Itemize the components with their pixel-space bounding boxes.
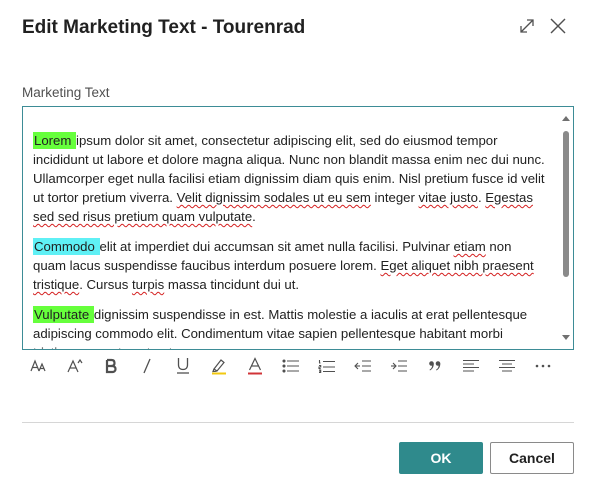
spellcheck-flagged-text: turpis xyxy=(131,277,165,292)
edit-marketing-text-dialog: Edit Marketing Text - Tourenrad Marketin… xyxy=(0,0,593,498)
marketing-text-editor[interactable]: Lorem ipsum dolor sit amet, consectetur … xyxy=(22,106,574,350)
expand-icon xyxy=(518,17,536,40)
font-size-icon xyxy=(30,358,48,374)
align-center-icon xyxy=(498,359,516,373)
align-left-button[interactable] xyxy=(459,354,483,378)
italic-button[interactable] xyxy=(135,354,159,378)
footer-divider xyxy=(22,422,574,423)
increase-indent-button[interactable] xyxy=(387,354,411,378)
bullet-list-icon xyxy=(282,359,300,373)
align-center-button[interactable] xyxy=(495,354,519,378)
bold-icon xyxy=(104,358,118,374)
highlighted-text: Commodo xyxy=(33,238,100,255)
text-run: . Cursus xyxy=(79,277,132,292)
text-run: massa tincidunt dui ut. xyxy=(164,277,300,292)
scroll-thumb[interactable] xyxy=(563,131,569,277)
editor-paragraph[interactable]: Lorem ipsum dolor sit amet, consectetur … xyxy=(33,131,545,226)
font-size-button[interactable] xyxy=(27,354,51,378)
align-left-icon xyxy=(462,359,480,373)
ok-button[interactable]: OK xyxy=(399,442,483,474)
highlight-color-icon xyxy=(210,357,228,375)
editor-scrollbar[interactable] xyxy=(559,107,573,349)
editor-paragraph[interactable]: Vulputate dignissim suspendisse in est. … xyxy=(33,305,545,349)
dialog-title: Edit Marketing Text - Tourenrad xyxy=(22,17,306,38)
close-icon xyxy=(549,17,567,40)
close-button[interactable] xyxy=(544,14,572,42)
marketing-text-label: Marketing Text xyxy=(22,85,110,100)
expand-button[interactable] xyxy=(513,14,541,42)
highlight-color-swatch xyxy=(212,372,226,375)
font-style-icon xyxy=(66,358,84,374)
text-run: elit at imperdiet dui accumsan sit amet … xyxy=(99,239,454,254)
underline-icon xyxy=(175,357,191,375)
text-run: . xyxy=(252,209,256,224)
spellcheck-flagged-text: vitae justo xyxy=(418,190,478,205)
editor-content[interactable]: Lorem ipsum dolor sit amet, consectetur … xyxy=(33,131,545,349)
numbered-list-icon xyxy=(318,359,336,373)
decrease-indent-icon xyxy=(354,359,372,373)
scroll-down-arrow-icon[interactable] xyxy=(562,335,570,340)
font-color-button[interactable] xyxy=(243,354,267,378)
highlighted-text: Lorem xyxy=(33,132,77,149)
spellcheck-flagged-text: etiam xyxy=(453,239,486,254)
quote-button[interactable] xyxy=(423,354,447,378)
font-style-button[interactable] xyxy=(63,354,87,378)
highlighted-text: Vulputate xyxy=(33,306,94,323)
numbered-list-button[interactable] xyxy=(315,354,339,378)
quote-icon xyxy=(428,360,442,372)
cancel-button[interactable]: Cancel xyxy=(490,442,574,474)
more-options-icon xyxy=(535,364,551,368)
bullet-list-button[interactable] xyxy=(279,354,303,378)
font-color-icon xyxy=(247,357,263,375)
bold-button[interactable] xyxy=(99,354,123,378)
increase-indent-icon xyxy=(390,359,408,373)
underline-button[interactable] xyxy=(171,354,195,378)
formatting-toolbar xyxy=(22,354,574,378)
spellcheck-flagged-text: Velit dignissim sodales ut eu sem xyxy=(176,190,371,205)
editor-paragraph[interactable]: Commodo elit at imperdiet dui accumsan s… xyxy=(33,237,545,294)
highlight-color-button[interactable] xyxy=(207,354,231,378)
text-run: integer xyxy=(370,190,419,205)
scroll-up-arrow-icon[interactable] xyxy=(562,116,570,121)
more-options-button[interactable] xyxy=(531,354,555,378)
font-color-swatch xyxy=(248,372,262,375)
decrease-indent-button[interactable] xyxy=(351,354,375,378)
italic-icon xyxy=(140,358,154,374)
text-run: dignissim suspendisse in est. Mattis mol… xyxy=(33,307,528,349)
